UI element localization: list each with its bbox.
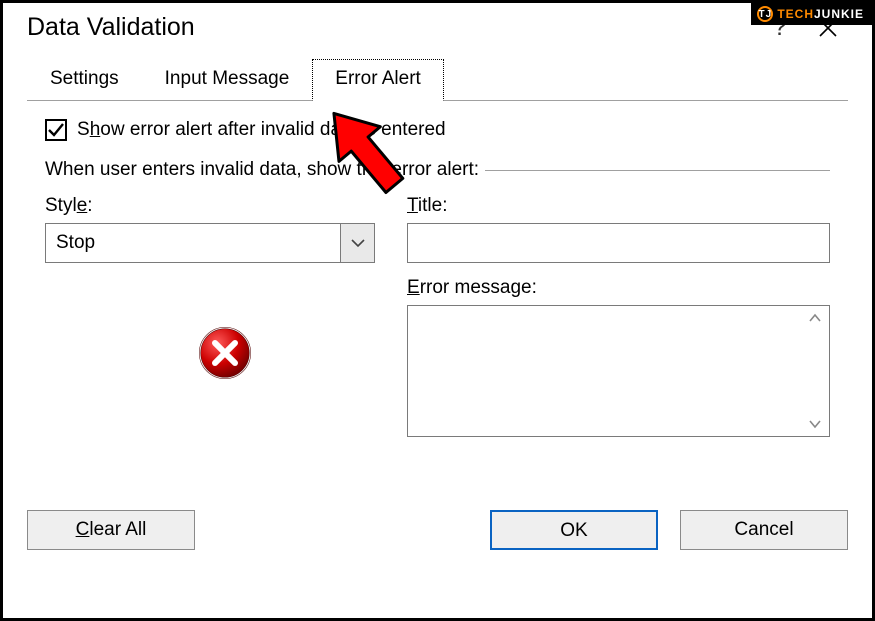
style-select-value: Stop <box>46 224 340 262</box>
watermark-logo: TJ <box>757 6 773 22</box>
tab-strip: Settings Input Message Error Alert <box>27 58 848 100</box>
style-label: Style: <box>45 195 375 217</box>
show-error-alert-checkbox[interactable] <box>45 119 67 141</box>
section-heading-row: When user enters invalid data, show this… <box>45 159 830 181</box>
stop-error-icon <box>197 325 253 381</box>
tab-panel-error-alert: Show error alert after invalid data is e… <box>27 100 848 504</box>
tab-settings[interactable]: Settings <box>27 59 142 101</box>
title-label: Title: <box>407 195 830 217</box>
data-validation-dialog: TJ TECHJUNKIE Data Validation ? Settings… <box>0 0 875 621</box>
error-message-label: Error message: <box>407 277 830 299</box>
style-select-dropdown-button[interactable] <box>340 224 374 262</box>
watermark: TJ TECHJUNKIE <box>751 3 872 25</box>
section-heading: When user enters invalid data, show this… <box>45 159 479 181</box>
clear-all-button[interactable]: Clear All <box>27 510 195 550</box>
dialog-title: Data Validation <box>27 13 756 42</box>
checkmark-icon <box>47 121 65 139</box>
scroll-down-icon <box>808 418 822 430</box>
error-message-textarea[interactable] <box>407 305 830 437</box>
title-bar: Data Validation ? <box>3 3 872 58</box>
section-divider <box>485 170 830 171</box>
tab-input-message[interactable]: Input Message <box>142 59 313 101</box>
stop-style-preview <box>197 325 375 387</box>
title-input[interactable] <box>407 223 830 263</box>
textarea-scrollbar[interactable] <box>801 306 829 436</box>
error-message-textarea-content <box>408 306 801 436</box>
tab-error-alert[interactable]: Error Alert <box>312 59 444 101</box>
scroll-up-icon <box>808 312 822 324</box>
chevron-down-icon <box>351 238 365 248</box>
style-select[interactable]: Stop <box>45 223 375 263</box>
cancel-button[interactable]: Cancel <box>680 510 848 550</box>
show-error-alert-label: Show error alert after invalid data is e… <box>77 119 446 141</box>
dialog-footer: Clear All OK Cancel <box>27 504 848 550</box>
ok-button[interactable]: OK <box>490 510 658 550</box>
show-error-alert-row: Show error alert after invalid data is e… <box>45 119 830 141</box>
